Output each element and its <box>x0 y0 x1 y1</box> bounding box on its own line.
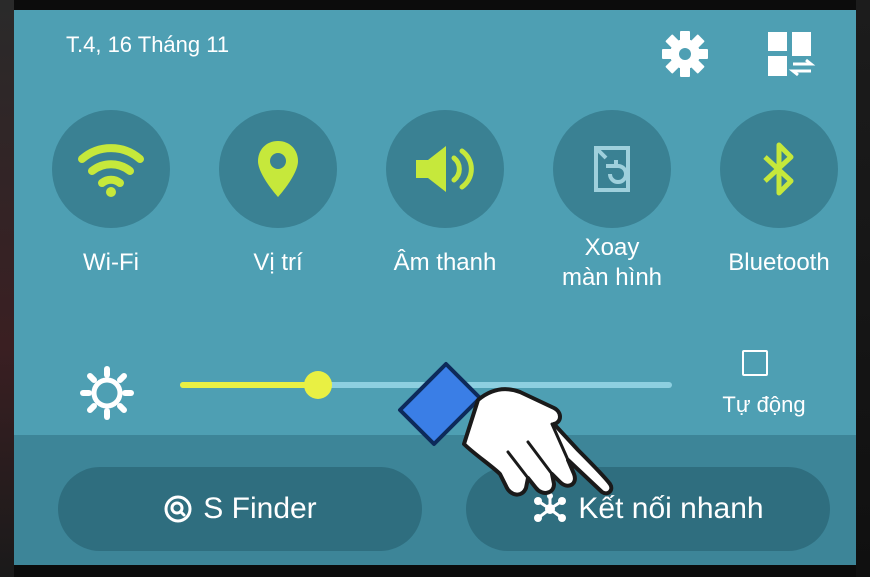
toggle-wifi-label: Wi-Fi <box>83 249 139 276</box>
auto-brightness-checkbox[interactable] <box>742 350 768 376</box>
screen-rotation-icon <box>594 146 630 192</box>
pointing-hand-icon <box>398 362 614 497</box>
toggle-bluetooth[interactable]: Bluetooth <box>719 110 839 278</box>
wifi-icon <box>78 144 144 197</box>
toggle-wifi-circle[interactable] <box>52 110 170 228</box>
device-frame-top <box>0 0 870 10</box>
brightness-slider-fill <box>180 382 318 388</box>
notification-panel: T.4, 16 Tháng 11 Wi-Fi Vị trí Âm thanh X… <box>14 10 856 565</box>
speaker-icon <box>416 146 474 192</box>
s-finder-button[interactable]: S Finder <box>58 467 422 551</box>
toggle-location[interactable]: Vị trí <box>218 110 338 278</box>
s-finder-label: S Finder <box>203 492 317 525</box>
location-pin-icon <box>258 141 298 197</box>
toggle-bluetooth-label: Bluetooth <box>728 249 830 276</box>
toggle-sound[interactable]: Âm thanh <box>385 110 505 278</box>
search-icon <box>164 495 192 523</box>
date-label: T.4, 16 Tháng 11 <box>66 32 230 57</box>
bluetooth-icon <box>763 142 794 196</box>
toggle-wifi[interactable]: Wi-Fi <box>51 110 171 278</box>
device-frame-right <box>856 0 870 577</box>
tiles-swap-icon[interactable] <box>766 30 816 80</box>
device-frame-left <box>0 0 14 577</box>
toggle-bluetooth-circle[interactable] <box>720 110 838 228</box>
gear-icon[interactable] <box>659 28 711 80</box>
toggle-screen-rotation-label: Xoay màn hình <box>561 234 663 291</box>
brightness-slider-handle[interactable] <box>303 371 332 399</box>
toggle-location-circle[interactable] <box>219 110 337 228</box>
toggle-sound-label: Âm thanh <box>393 249 497 276</box>
screenshot: T.4, 16 Tháng 11 Wi-Fi Vị trí Âm thanh X… <box>0 0 870 577</box>
brightness-icon <box>80 366 134 420</box>
toggle-screen-rotation-circle[interactable] <box>553 110 671 228</box>
toggle-location-label: Vị trí <box>253 249 303 276</box>
auto-brightness-label: Tự động <box>722 392 806 417</box>
toggle-sound-circle[interactable] <box>386 110 504 228</box>
toggle-screen-rotation[interactable]: Xoay màn hình <box>552 110 672 293</box>
